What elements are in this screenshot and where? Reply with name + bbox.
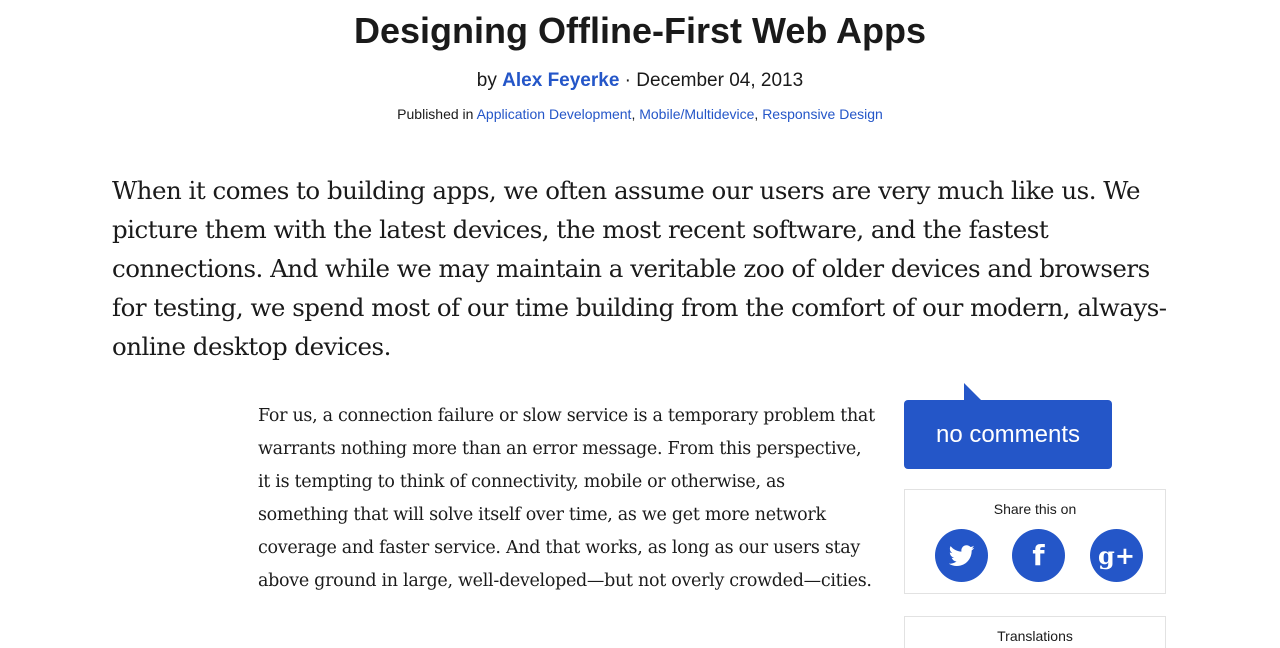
twitter-share-button[interactable]: [935, 529, 988, 582]
google-plus-share-button[interactable]: g+: [1090, 529, 1143, 582]
speech-bubble-pointer: [964, 383, 982, 401]
publish-date: December 04, 2013: [636, 70, 804, 91]
article-title: Designing Offline-First Web Apps: [353, 10, 926, 51]
google-plus-icon: g+: [1098, 540, 1135, 570]
translations-panel: Translations: [904, 616, 1166, 648]
article-intro: When it comes to building apps, we often…: [112, 176, 1167, 361]
category-link-responsive-design[interactable]: Responsive Design: [762, 106, 883, 122]
published-prefix: Published in: [397, 106, 477, 122]
published-in: Published in Application Development, Mo…: [0, 106, 1280, 122]
author-link[interactable]: Alex Feyerke: [502, 70, 619, 91]
twitter-icon: [948, 544, 975, 566]
facebook-icon: f: [1032, 538, 1045, 572]
facebook-share-button[interactable]: f: [1012, 529, 1065, 582]
share-title: Share this on: [993, 501, 1077, 517]
byline: by Alex Feyerke · December 04, 2013: [0, 70, 1280, 92]
share-panel: Share this on f g+: [904, 489, 1166, 594]
translations-title: Translations: [997, 628, 1073, 644]
category-link-mobile-multidevice[interactable]: Mobile/Multidevice: [639, 106, 754, 122]
article-page: Designing Offline-First Web Apps by Alex…: [0, 0, 1280, 648]
date-separator: ·: [619, 70, 637, 91]
comments-label: no comments: [935, 421, 1081, 448]
article-paragraph: For us, a connection failure or slow ser…: [258, 406, 875, 591]
byline-prefix: by: [476, 70, 503, 91]
comments-button[interactable]: no comments: [904, 383, 1112, 469]
category-link-application-development[interactable]: Application Development: [477, 106, 632, 122]
